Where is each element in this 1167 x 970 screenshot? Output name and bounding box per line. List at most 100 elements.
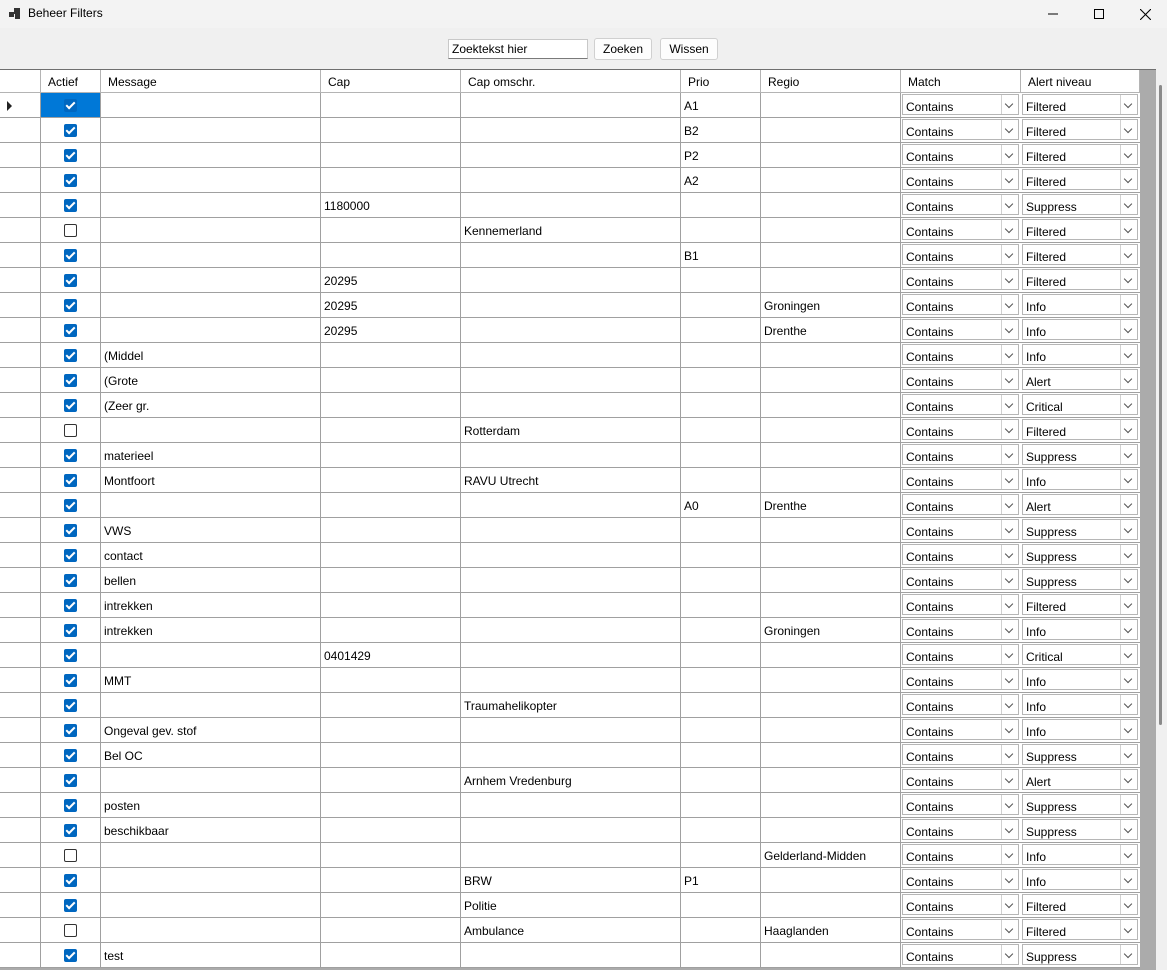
row-header[interactable] (0, 643, 41, 668)
actief-checkbox[interactable] (64, 749, 77, 762)
cell-regio[interactable] (761, 93, 901, 118)
actief-checkbox[interactable] (64, 549, 77, 562)
actief-checkbox[interactable] (64, 274, 77, 287)
cell-cap-omschr[interactable]: Ambulance (461, 918, 681, 943)
chevron-down-icon[interactable] (1001, 545, 1018, 564)
row-header[interactable] (0, 218, 41, 243)
alert-niveau-combobox[interactable]: Alert (1021, 368, 1140, 393)
cell-message[interactable]: posten (101, 793, 321, 818)
combobox-field[interactable]: Contains (902, 619, 1019, 640)
cell-message[interactable] (101, 893, 321, 918)
cell-actief[interactable] (41, 893, 101, 918)
cell-actief[interactable] (41, 368, 101, 393)
combobox-field[interactable]: Suppress (1022, 194, 1138, 215)
cell-cap-omschr[interactable]: RAVU Utrecht (461, 468, 681, 493)
cell-prio[interactable] (681, 768, 761, 793)
cell-message[interactable] (101, 768, 321, 793)
combobox-field[interactable]: Critical (1022, 644, 1138, 665)
actief-checkbox[interactable] (64, 449, 77, 462)
combobox-field[interactable]: Suppress (1022, 544, 1138, 565)
cell-cap[interactable]: 0401429 (321, 643, 461, 668)
actief-checkbox[interactable] (64, 949, 77, 962)
actief-checkbox[interactable] (64, 774, 77, 787)
alert-niveau-combobox[interactable]: Suppress (1021, 743, 1140, 768)
cell-prio[interactable] (681, 643, 761, 668)
alert-niveau-combobox[interactable]: Suppress (1021, 818, 1140, 843)
combobox-field[interactable]: Suppress (1022, 519, 1138, 540)
combobox-field[interactable]: Contains (902, 494, 1019, 515)
cell-prio[interactable] (681, 693, 761, 718)
combobox-field[interactable]: Contains (902, 694, 1019, 715)
match-combobox[interactable]: Contains (901, 768, 1021, 793)
combobox-field[interactable]: Info (1022, 694, 1138, 715)
match-combobox[interactable]: Contains (901, 93, 1021, 118)
cell-message[interactable]: contact (101, 543, 321, 568)
alert-niveau-combobox[interactable]: Suppress (1021, 543, 1140, 568)
cell-prio[interactable] (681, 668, 761, 693)
chevron-down-icon[interactable] (1001, 695, 1018, 714)
match-combobox[interactable]: Contains (901, 418, 1021, 443)
cell-cap-omschr[interactable] (461, 268, 681, 293)
combobox-field[interactable]: Contains (902, 144, 1019, 165)
alert-niveau-combobox[interactable]: Critical (1021, 643, 1140, 668)
match-combobox[interactable]: Contains (901, 568, 1021, 593)
cell-regio[interactable] (761, 893, 901, 918)
match-combobox[interactable]: Contains (901, 918, 1021, 943)
match-combobox[interactable]: Contains (901, 843, 1021, 868)
match-combobox[interactable]: Contains (901, 743, 1021, 768)
cell-regio[interactable]: Groningen (761, 618, 901, 643)
table-row[interactable]: MMT Contains Info (0, 668, 1140, 693)
cell-actief[interactable] (41, 843, 101, 868)
table-row[interactable]: Traumahelikopter Contains Info (0, 693, 1140, 718)
cell-cap-omschr[interactable]: Rotterdam (461, 418, 681, 443)
cell-actief[interactable] (41, 93, 101, 118)
cell-regio[interactable] (761, 943, 901, 968)
combobox-field[interactable]: Contains (902, 919, 1019, 940)
chevron-down-icon[interactable] (1120, 270, 1137, 289)
table-row[interactable]: Ongeval gev. stof Contains Info (0, 718, 1140, 743)
cell-message[interactable] (101, 868, 321, 893)
cell-actief[interactable] (41, 268, 101, 293)
table-row[interactable]: 1180000 Contains Suppress (0, 193, 1140, 218)
actief-checkbox[interactable] (64, 124, 77, 137)
table-row[interactable]: Montfoort RAVU Utrecht Contains Info (0, 468, 1140, 493)
match-combobox[interactable]: Contains (901, 393, 1021, 418)
combobox-field[interactable]: Contains (902, 819, 1019, 840)
chevron-down-icon[interactable] (1120, 495, 1137, 514)
actief-checkbox[interactable] (64, 724, 77, 737)
table-row[interactable]: A0 Drenthe Contains Alert (0, 493, 1140, 518)
actief-checkbox[interactable] (64, 99, 77, 112)
cell-actief[interactable] (41, 418, 101, 443)
cell-cap[interactable] (321, 443, 461, 468)
cell-cap[interactable] (321, 768, 461, 793)
cell-cap[interactable] (321, 218, 461, 243)
match-combobox[interactable]: Contains (901, 893, 1021, 918)
cell-cap-omschr[interactable] (461, 243, 681, 268)
combobox-field[interactable]: Critical (1022, 394, 1138, 415)
combobox-field[interactable]: Contains (902, 319, 1019, 340)
cell-regio[interactable] (761, 543, 901, 568)
alert-niveau-combobox[interactable]: Suppress (1021, 943, 1140, 968)
row-header[interactable] (0, 368, 41, 393)
cell-actief[interactable] (41, 118, 101, 143)
combobox-field[interactable]: Contains (902, 719, 1019, 740)
chevron-down-icon[interactable] (1120, 470, 1137, 489)
match-combobox[interactable]: Contains (901, 668, 1021, 693)
match-combobox[interactable]: Contains (901, 368, 1021, 393)
cell-cap[interactable] (321, 393, 461, 418)
cell-message[interactable] (101, 168, 321, 193)
cell-actief[interactable] (41, 318, 101, 343)
cell-regio[interactable] (761, 768, 901, 793)
actief-checkbox[interactable] (64, 199, 77, 212)
cell-prio[interactable] (681, 293, 761, 318)
combobox-field[interactable]: Contains (902, 244, 1019, 265)
cell-prio[interactable]: P1 (681, 868, 761, 893)
match-combobox[interactable]: Contains (901, 468, 1021, 493)
table-row[interactable]: posten Contains Suppress (0, 793, 1140, 818)
cell-prio[interactable] (681, 368, 761, 393)
cell-cap[interactable] (321, 943, 461, 968)
combobox-field[interactable]: Info (1022, 294, 1138, 315)
chevron-down-icon[interactable] (1001, 870, 1018, 889)
cell-actief[interactable] (41, 168, 101, 193)
cell-cap-omschr[interactable] (461, 843, 681, 868)
